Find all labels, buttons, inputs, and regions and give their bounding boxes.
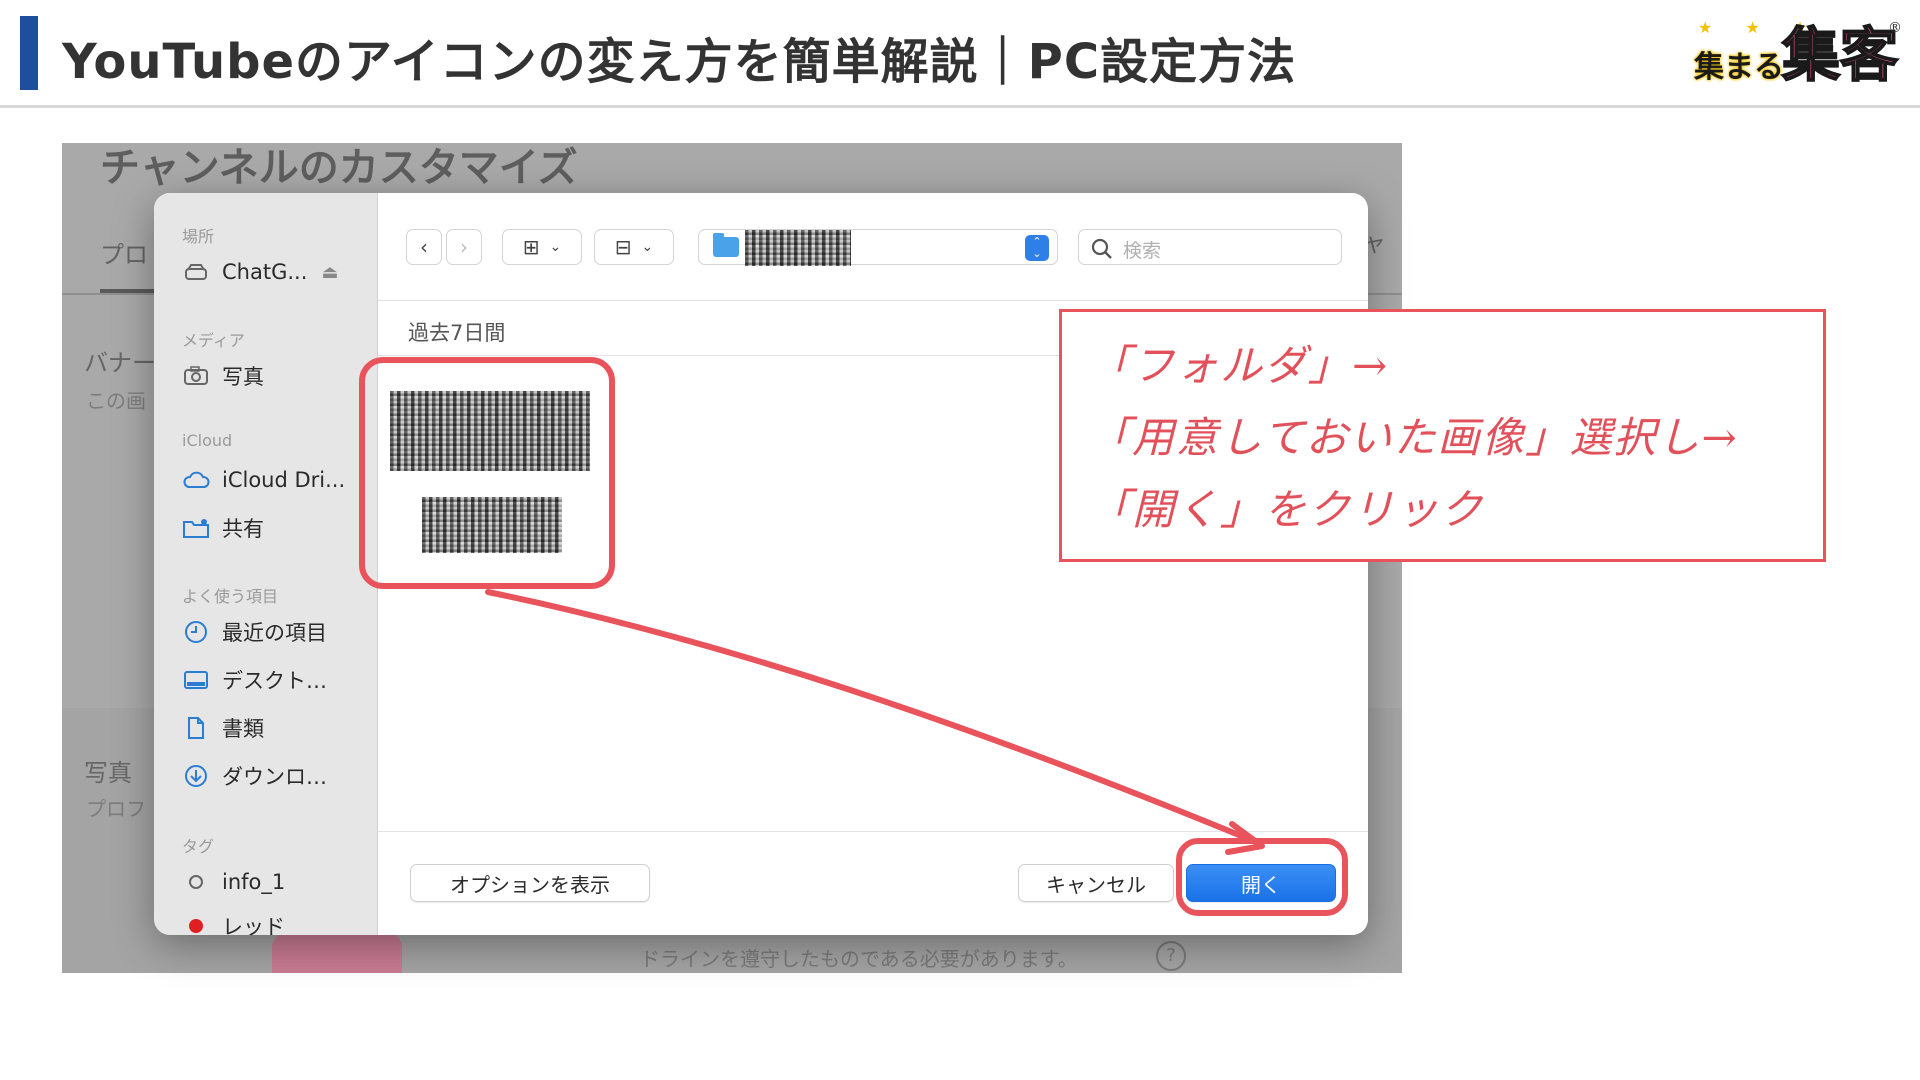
search-icon <box>1091 238 1112 259</box>
callout-line-2: 「用意しておいた画像」選択し→ <box>1088 413 1739 462</box>
logo-big-text: 集客 <box>1781 21 1899 89</box>
cancel-button[interactable]: キャンセル <box>1018 864 1174 902</box>
sidebar-section-tags: タグ <box>182 837 215 856</box>
sidebar-item-icloud-drive[interactable]: iCloud Dri... <box>182 463 372 497</box>
show-options-button[interactable]: オプションを表示 <box>410 864 650 902</box>
sidebar-section-media: メディア <box>182 331 245 350</box>
view-mode-button[interactable]: ⊞ ⌄ <box>502 229 582 265</box>
grid-view-icon: ⊞ <box>522 235 540 259</box>
blurred-folder-name <box>745 230 851 266</box>
chevron-down-icon: ⌄ <box>549 239 562 255</box>
sidebar-item-documents[interactable]: 書類 <box>182 711 372 745</box>
back-button[interactable]: ‹ <box>406 229 442 265</box>
slide-header: YouTubeのアイコンの変え方を簡単解説｜PC設定方法 ★ ★ ★ 集まる 集… <box>0 0 1920 108</box>
callout-line-3: 「開く」をクリック <box>1088 485 1485 534</box>
sidebar-item-label: デスクト… <box>222 669 327 693</box>
background-guideline-text: ドラインを遵守したものである必要があります。 <box>640 947 1078 971</box>
dialog-toolbar: ‹ › ⊞ ⌄ ⊟ ⌄ ⌃ ⌄ 検索 <box>378 193 1368 301</box>
folder-icon <box>713 233 739 257</box>
background-page-title: チャンネルのカスタマイズ <box>100 145 578 191</box>
tag-circle-icon <box>182 868 210 896</box>
page-title: YouTubeのアイコンの変え方を簡単解説｜PC設定方法 <box>62 34 1297 90</box>
callout-line-1: 「フォルダ」→ <box>1088 341 1390 390</box>
highlight-open-button <box>1176 838 1348 916</box>
group-view-icon: ⊟ <box>614 235 632 259</box>
title-accent-bar <box>20 16 38 90</box>
logo-small-text: 集まる <box>1694 50 1784 85</box>
sidebar-item-label: iCloud Dri... <box>222 468 346 492</box>
sidebar-item-label: 最近の項目 <box>222 621 327 645</box>
popup-stepper-icon: ⌃ ⌄ <box>1025 235 1049 261</box>
download-icon <box>182 762 210 790</box>
sidebar-item-desktop[interactable]: デスクト… <box>182 663 372 697</box>
section-header-last-7-days: 過去7日間 <box>408 321 506 345</box>
sidebar-item-label: 写真 <box>222 365 264 389</box>
sidebar-item-chatg[interactable]: ChatG... ⏏ <box>182 255 372 289</box>
sidebar-section-favorites: よく使う項目 <box>182 587 279 606</box>
sidebar-item-label: 書類 <box>222 717 264 741</box>
sidebar-item-downloads[interactable]: ダウンロ… <box>182 759 372 793</box>
chevron-down-icon: ⌄ <box>641 239 654 255</box>
desktop-icon <box>182 666 210 694</box>
sidebar-item-photos[interactable]: 写真 <box>182 359 372 393</box>
camera-icon <box>182 362 210 390</box>
clock-icon <box>182 618 210 646</box>
dialog-sidebar: 場所 ChatG... ⏏ メディア 写真 iCloud iCloud Dri.… <box>154 193 378 935</box>
instruction-callout: 「フォルダ」→ 「用意しておいた画像」選択し→ 「開く」をクリック <box>1059 309 1826 562</box>
brand-logo: ★ ★ ★ 集まる 集客 ® <box>1690 18 1902 90</box>
search-placeholder: 検索 <box>1123 240 1162 262</box>
sidebar-item-label: ChatG... <box>222 260 308 284</box>
sidebar-section-locations: 場所 <box>182 227 215 246</box>
background-photo-sub: プロフ <box>86 797 146 821</box>
sidebar-item-shared[interactable]: 共有 <box>182 511 372 545</box>
folder-path-popup[interactable]: ⌃ ⌄ <box>698 229 1058 266</box>
eject-icon[interactable]: ⏏ <box>321 262 338 283</box>
sidebar-item-label: info_1 <box>222 870 286 894</box>
forward-button[interactable]: › <box>446 229 482 265</box>
sidebar-item-label: ダウンロ… <box>222 765 327 789</box>
help-icon[interactable]: ? <box>1156 941 1186 971</box>
logo-registered-mark: ® <box>1888 20 1902 36</box>
background-avatar-image <box>272 933 402 973</box>
sidebar-section-icloud: iCloud <box>182 431 233 450</box>
sidebar-item-tag-info1[interactable]: info_1 <box>182 865 372 899</box>
group-mode-button[interactable]: ⊟ ⌄ <box>594 229 674 265</box>
sidebar-item-tag-red[interactable]: レッド <box>182 909 372 935</box>
sidebar-item-recents[interactable]: 最近の項目 <box>182 615 372 649</box>
sidebar-item-label: 共有 <box>222 517 264 541</box>
background-tab-profile[interactable]: プロ <box>100 235 148 270</box>
background-banner-label: バナー <box>84 349 156 377</box>
document-icon <box>182 714 210 742</box>
sidebar-item-label: レッド <box>222 915 285 935</box>
file-open-dialog: 場所 ChatG... ⏏ メディア 写真 iCloud iCloud Dri.… <box>154 193 1368 935</box>
drive-icon <box>182 258 210 286</box>
search-field[interactable]: 検索 <box>1078 229 1342 265</box>
tag-red-icon <box>182 912 210 935</box>
cloud-icon <box>182 466 210 494</box>
shared-folder-icon <box>182 514 210 542</box>
background-photo-label: 写真 <box>84 759 132 787</box>
background-banner-sub: この画 <box>86 389 146 413</box>
highlight-selected-image <box>359 357 615 589</box>
